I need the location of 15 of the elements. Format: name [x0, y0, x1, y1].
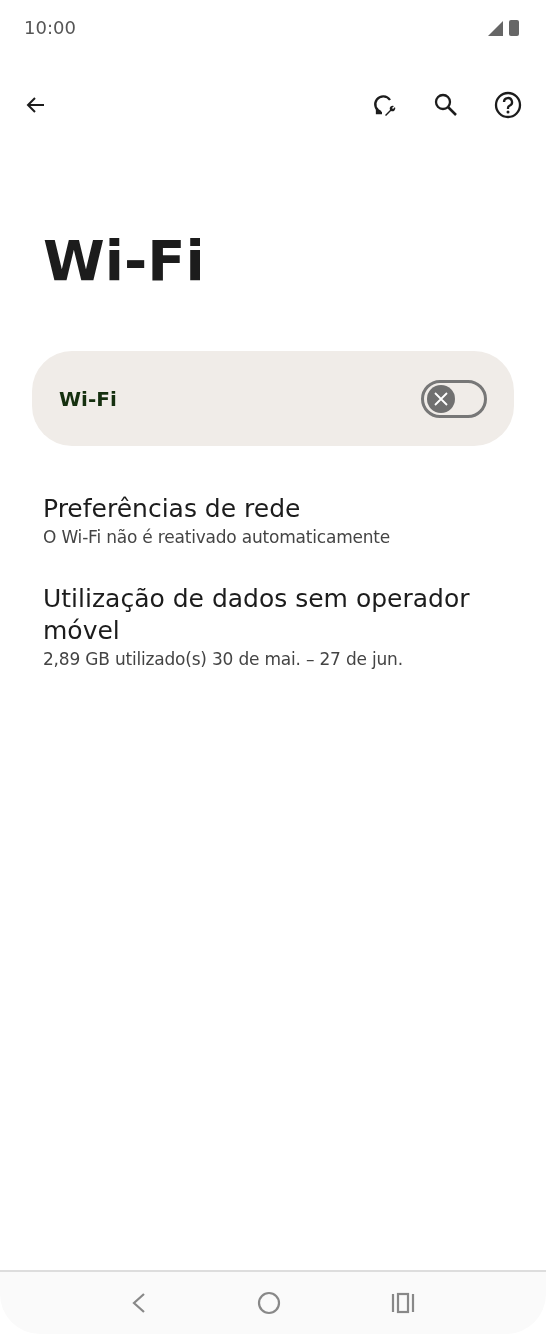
- toggle-label: Wi-Fi: [59, 386, 117, 411]
- setting-title[interactable]: Preferências de rede: [43, 493, 503, 525]
- home-icon[interactable]: [257, 1291, 281, 1315]
- help-icon[interactable]: [494, 91, 522, 119]
- status-time: 10:00: [24, 17, 76, 38]
- setting-title[interactable]: Utilização de dados sem operador móvel: [43, 583, 503, 647]
- close-icon: [433, 390, 449, 407]
- search-icon[interactable]: [433, 92, 459, 118]
- signal-battery-icon: [486, 18, 522, 37]
- wifi-toggle-row[interactable]: Wi-Fi: [32, 351, 514, 446]
- setting-summary: 2,89 GB utilizado(s) 30 de mai. – 27 de jun.: [43, 648, 404, 671]
- setting-summary: O Wi-Fi não é reativado automaticamente: [43, 526, 392, 549]
- toggle-switch[interactable]: [421, 379, 487, 418]
- page-title: Wi-Fi: [43, 227, 206, 295]
- recents-icon[interactable]: [391, 1292, 415, 1314]
